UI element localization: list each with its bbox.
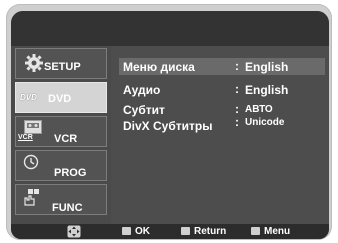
- menu-row-label: Субтит: [123, 103, 165, 117]
- menu-row-separator: :: [235, 115, 239, 129]
- sidebar-item-setup[interactable]: SETUP: [15, 48, 107, 79]
- sidebar-item-label: FUNC: [52, 202, 83, 214]
- menu-row-label: Меню диска: [123, 60, 195, 74]
- sidebar-item-prog[interactable]: PROG: [15, 150, 107, 181]
- dvd-logo-icon: DVD: [20, 93, 37, 102]
- menu-row-separator: :: [235, 59, 239, 73]
- osd-screen: SETUP DVD DVD VCR VCR PROG FUNC Меню дис…: [11, 11, 329, 239]
- gear-icon: [24, 53, 44, 78]
- menu-label: Menu: [264, 226, 291, 237]
- hand-icon: [22, 188, 42, 213]
- return-icon: [181, 227, 190, 235]
- menu-hint: Menu: [251, 226, 290, 237]
- sidebar-item-label: PROG: [54, 167, 87, 179]
- enter-icon: [122, 227, 131, 235]
- dpad-icon: [67, 225, 81, 239]
- ok-hint: OK: [122, 226, 150, 237]
- menu-icon: [251, 227, 260, 235]
- sidebar: SETUP DVD DVD VCR VCR PROG FUNC: [11, 46, 111, 224]
- menu-row-value: English: [245, 83, 289, 97]
- menu-row-separator: :: [235, 82, 239, 96]
- return-hint: Return: [181, 226, 226, 237]
- menu-panel: Меню диска : English Аудио : English Суб…: [111, 46, 329, 224]
- menu-row-separator: :: [235, 102, 239, 116]
- bottom-bar: OK Return Menu: [11, 224, 329, 239]
- menu-row-subtitle[interactable]: Субтит : АВТО: [119, 101, 325, 118]
- menu-row-value: АВТО: [245, 104, 273, 115]
- sidebar-item-label: VCR: [54, 133, 78, 145]
- vcr-badge: VCR: [18, 134, 33, 141]
- sidebar-item-dvd[interactable]: DVD DVD: [15, 82, 107, 113]
- top-bar: [11, 11, 329, 46]
- sidebar-item-vcr[interactable]: VCR VCR: [15, 116, 107, 147]
- menu-row-value: Unicode: [245, 117, 285, 128]
- menu-row-value: English: [245, 60, 289, 74]
- menu-row-divx-subtitle[interactable]: DivX Субтитры : Unicode: [119, 115, 325, 134]
- return-label: Return: [194, 226, 227, 237]
- sidebar-item-func[interactable]: FUNC: [15, 184, 107, 215]
- menu-row-label: DivX Субтитры: [123, 119, 213, 133]
- sidebar-item-label: DVD: [48, 93, 72, 105]
- menu-row-disc-menu[interactable]: Меню диска : English: [119, 58, 325, 75]
- menu-row-label: Аудио: [123, 83, 161, 97]
- sidebar-item-label: SETUP: [44, 61, 81, 73]
- clock-icon: [23, 154, 39, 175]
- menu-row-audio[interactable]: Аудио : English: [119, 81, 325, 98]
- ok-label: OK: [135, 226, 150, 237]
